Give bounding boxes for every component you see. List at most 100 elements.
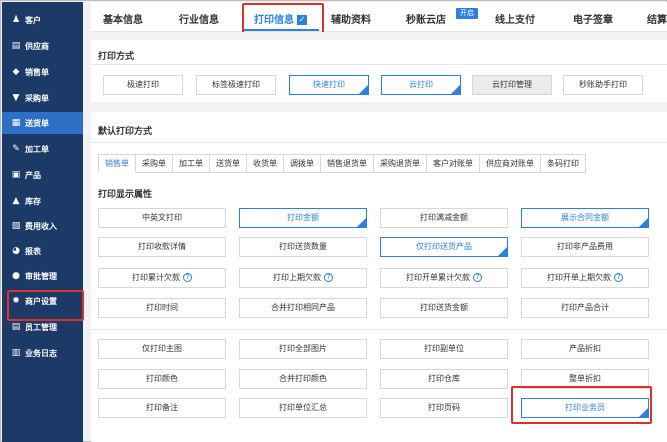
print-option-button[interactable]: 打印开单累计欠款? bbox=[380, 268, 508, 288]
sidebar-highlight-box bbox=[7, 290, 84, 321]
print-mode-section: 打印方式 极速打印 标签极速打印 快速打印 云打印 云打印管理 秒账助手打印 bbox=[91, 40, 667, 102]
print-mode-button[interactable]: 标签极速打印 bbox=[196, 75, 276, 95]
print-option-button[interactable]: 仅打印送货产品 bbox=[380, 237, 508, 257]
print-option-button[interactable]: 打印满减金额 bbox=[380, 208, 508, 228]
sidebar-item-5[interactable]: ✎ 加工单 bbox=[2, 138, 83, 160]
print-option-label: 打印开单上期欠款 bbox=[547, 273, 611, 282]
print-option-label: 合并打印颜色 bbox=[279, 374, 327, 383]
default-print-title: 默认打印方式 bbox=[98, 127, 153, 137]
print-option-button[interactable]: 打印收款详情 bbox=[98, 237, 226, 257]
print-option-button[interactable]: 打印仓库 bbox=[380, 369, 508, 389]
print-option-label: 仅打印主图 bbox=[142, 344, 182, 353]
help-icon[interactable]: ? bbox=[614, 273, 623, 282]
print-option-button[interactable]: 中英文打印 bbox=[98, 208, 226, 228]
sidebar-item-10[interactable]: ● 审批管理 bbox=[2, 265, 83, 287]
print-option-label: 打印非产品费用 bbox=[557, 242, 613, 251]
doc-type-tab[interactable]: 客户对账单 bbox=[426, 154, 480, 173]
tab-cloud-store[interactable]: 秒账云店 bbox=[406, 11, 446, 26]
help-icon[interactable]: ? bbox=[473, 273, 482, 282]
sidebar-item-0[interactable]: ♟ 客户 bbox=[2, 9, 83, 31]
print-option-button[interactable]: 打印全部图片 bbox=[239, 339, 367, 359]
print-option-button[interactable]: 打印颜色 bbox=[98, 369, 226, 389]
doc-type-tab[interactable]: 采购单 bbox=[135, 154, 173, 173]
sidebar-item-8[interactable]: ▧ 费用收入 bbox=[2, 215, 83, 237]
print-option-button[interactable]: 打印产品合计 bbox=[521, 298, 649, 318]
print-option-button[interactable]: 打印单位汇总 bbox=[239, 398, 367, 418]
print-option-label: 打印送货数量 bbox=[279, 242, 327, 251]
sidebar-item-13[interactable]: ▥ 业务日志 bbox=[2, 342, 83, 364]
print-option-button[interactable]: 打印金额 bbox=[239, 208, 367, 228]
print-mode-button[interactable]: 极速打印 bbox=[103, 75, 183, 95]
box-icon: ▣ bbox=[11, 170, 21, 180]
print-option-label: 打印颜色 bbox=[146, 374, 178, 383]
print-mode-button[interactable]: 云打印管理 bbox=[472, 75, 552, 95]
help-icon[interactable]: ? bbox=[324, 273, 333, 282]
main-panel: 基本信息 行业信息 打印信息 ✓ 辅助资料 秒账云店 开启 线上支付 电子签章 结… bbox=[91, 2, 667, 442]
print-option-button[interactable]: 打印副单位 bbox=[380, 339, 508, 359]
doc-type-tab[interactable]: 销售单 bbox=[98, 154, 136, 173]
print-option-label: 仅打印送货产品 bbox=[416, 242, 472, 251]
tab-auxiliary-data[interactable]: 辅助资料 bbox=[331, 11, 371, 26]
staff-icon: ▤ bbox=[11, 322, 21, 332]
sidebar-item-label: 报表 bbox=[25, 246, 41, 256]
sidebar-item-6[interactable]: ▣ 产品 bbox=[2, 164, 83, 186]
print-option-button[interactable]: 打印上期欠款? bbox=[239, 268, 367, 288]
print-option-button[interactable]: 打印非产品费用 bbox=[521, 237, 649, 257]
print-option-label: 打印仓库 bbox=[428, 374, 460, 383]
sidebar-item-7[interactable]: ▲ 库存 bbox=[2, 190, 83, 212]
sidebar-item-label: 客户 bbox=[25, 15, 41, 25]
display-attributes-title: 打印显示属性 bbox=[98, 190, 153, 200]
doc-type-tab[interactable]: 加工单 bbox=[172, 154, 210, 173]
print-mode-button[interactable]: 秒账助手打印 bbox=[563, 75, 643, 95]
print-option-label: 中英文打印 bbox=[142, 213, 182, 222]
doc-type-tab[interactable]: 供应商对账单 bbox=[479, 154, 541, 173]
tab-industry-info[interactable]: 行业信息 bbox=[179, 11, 219, 26]
print-option-button[interactable]: 打印页码 bbox=[380, 398, 508, 418]
print-option-label: 展示合同金额 bbox=[561, 213, 609, 222]
sidebar-item-label: 库存 bbox=[25, 196, 41, 206]
print-option-button[interactable]: 打印时间 bbox=[98, 298, 226, 318]
print-option-button[interactable]: 打印送货数量 bbox=[239, 237, 367, 257]
sidebar-item-label: 送货单 bbox=[25, 118, 49, 128]
print-option-button[interactable]: 打印备注 bbox=[98, 398, 226, 418]
print-mode-button[interactable]: 快速打印 bbox=[289, 75, 369, 95]
print-option-label: 打印产品合计 bbox=[561, 303, 609, 312]
print-option-label: 打印单位汇总 bbox=[279, 403, 327, 412]
tab-basic-info[interactable]: 基本信息 bbox=[103, 11, 143, 26]
doc-type-tab[interactable]: 送货单 bbox=[209, 154, 247, 173]
tab-settlement[interactable]: 结算 bbox=[647, 11, 667, 26]
doc-type-tab[interactable]: 采购退货单 bbox=[373, 154, 427, 173]
print-mode-button[interactable]: 云打印 bbox=[381, 75, 461, 95]
print-option-button[interactable]: 合并打印颜色 bbox=[239, 369, 367, 389]
sidebar-item-label: 加工单 bbox=[25, 144, 49, 154]
doc-type-tab[interactable]: 销售退货单 bbox=[320, 154, 374, 173]
help-icon[interactable]: ? bbox=[183, 273, 192, 282]
print-option-button[interactable]: 打印累计欠款? bbox=[98, 268, 226, 288]
print-option-button[interactable]: 打印开单上期欠款? bbox=[521, 268, 649, 288]
doc-type-tab[interactable]: 收货单 bbox=[246, 154, 284, 173]
sidebar-item-2[interactable]: ◆ 销售单 bbox=[2, 61, 83, 83]
print-option-label: 打印副单位 bbox=[424, 344, 464, 353]
print-mode-title: 打印方式 bbox=[98, 52, 135, 62]
print-option-label: 打印金额 bbox=[287, 213, 319, 222]
sidebar-item-label: 供应商 bbox=[25, 41, 49, 51]
doc-type-tab[interactable]: 调拨单 bbox=[283, 154, 321, 173]
sidebar-item-9[interactable]: ◕ 报表 bbox=[2, 240, 83, 262]
doc-type-tab[interactable]: 条码打印 bbox=[540, 154, 586, 173]
tab-online-payment[interactable]: 线上支付 bbox=[495, 11, 535, 26]
print-option-button[interactable]: 展示合同金额 bbox=[521, 208, 649, 228]
sidebar-item-label: 审批管理 bbox=[25, 271, 57, 281]
print-option-button[interactable]: 打印送货金额 bbox=[380, 298, 508, 318]
print-option-label: 打印累计欠款 bbox=[132, 273, 180, 282]
print-option-button[interactable]: 产品折扣 bbox=[521, 339, 649, 359]
sidebar-item-4[interactable]: ▦ 送货单 bbox=[2, 112, 83, 134]
settings-tab-bar: 基本信息 行业信息 打印信息 ✓ 辅助资料 秒账云店 开启 线上支付 电子签章 结… bbox=[91, 2, 667, 32]
tab-e-signature[interactable]: 电子签章 bbox=[573, 11, 613, 26]
print-option-label: 打印上期欠款 bbox=[273, 273, 321, 282]
sidebar-item-3[interactable]: ▼ 采购单 bbox=[2, 87, 83, 109]
print-option-button[interactable]: 合并打印相同产品 bbox=[239, 298, 367, 318]
sidebar-item-1[interactable]: ▤ 供应商 bbox=[2, 35, 83, 57]
app-window: ♟ 客户 ▤ 供应商 ◆ 销售单 ▼ 采购单 ▦ 送货单 ✎ 加工单 ▣ 产品 ▲ 库存 ▧ 费用收入 ◕ 报表 ● 审批… bbox=[0, 0, 667, 442]
print-option-button[interactable]: 仅打印主图 bbox=[98, 339, 226, 359]
print-option-label: 打印送货金额 bbox=[420, 303, 468, 312]
